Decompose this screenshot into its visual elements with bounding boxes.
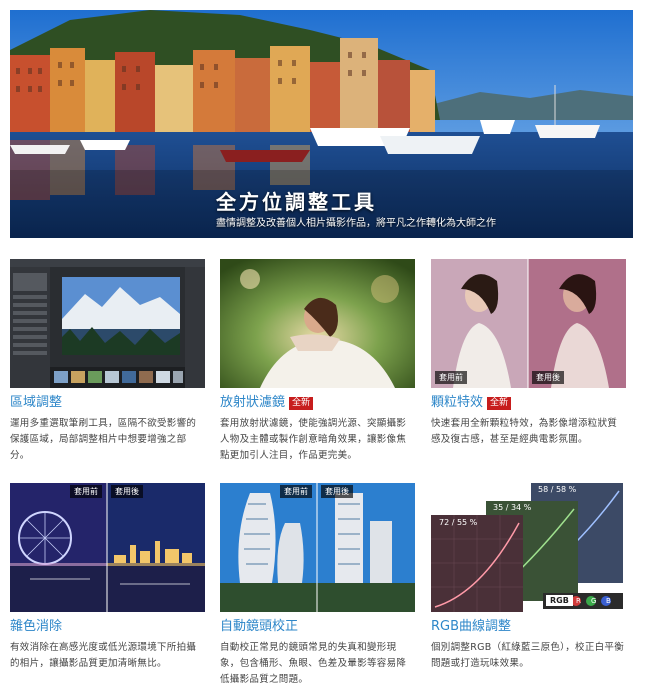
rgb-channel-button[interactable]: RGB: [546, 595, 573, 606]
feature-title-text: RGB曲線調整: [431, 619, 512, 634]
before-label: 套用前: [435, 371, 467, 384]
after-label: 套用後: [532, 371, 564, 384]
feature-title: RGB曲線調整: [431, 618, 626, 636]
noise-reduction-comparison: 套用前 套用後: [10, 483, 205, 612]
feature-title-text: 自動鏡頭校正: [220, 619, 299, 634]
feature-description: 套用放射狀濾鏡，使能強調光源、突顯攝影人物及主體或製作創意暗角效果，讓影像焦點更…: [220, 418, 407, 461]
before-label: 套用前: [70, 485, 102, 498]
feature-title: 區域調整: [10, 394, 205, 412]
after-label: 套用後: [321, 485, 353, 498]
new-badge: 全新: [487, 396, 512, 410]
feature-description: 運用多重選取筆刷工具，區隔不欲受影響的保護區域，局部調整相片中想要增強之部分。: [10, 418, 197, 461]
hero-subtitle: 盡情調整及改善個人相片攝影作品，將平凡之作轉化為大師之作: [216, 218, 496, 229]
feature-title-text: 區域調整: [10, 395, 63, 410]
feature-description: 自動校正常見的鏡頭常見的失真和變形現象，包含桶形、魚眼、色差及暈影等容易降低攝影…: [220, 642, 407, 685]
radial-filter-photo: [220, 259, 415, 388]
area-adjust-screenshot: [10, 259, 205, 388]
feature-title: 雜色消除: [10, 618, 205, 636]
feature-description: 個別調整RGB（紅綠藍三原色），校正白平衡問題或打造玩味效果。: [431, 642, 625, 669]
red-curve-readout: 72 / 55 %: [439, 518, 478, 527]
red-channel-button[interactable]: R: [572, 596, 585, 606]
feature-card-noise-reduction: 套用前 套用後 雜色消除 有效消除在高感光度或低光源環境下所拍攝的相片，讓攝影品…: [10, 483, 205, 672]
blue-curve-readout: 58 / 58 %: [538, 485, 577, 494]
grain-effect-comparison: 套用前 套用後: [431, 259, 626, 388]
feature-card-area-adjust: 區域調整 運用多重選取筆刷工具，區隔不欲受影響的保護區域，局部調整相片中想要增強…: [10, 259, 205, 464]
hero-banner: 全方位調整工具 盡情調整及改善個人相片攝影作品，將平凡之作轉化為大師之作: [10, 10, 633, 238]
feature-card-grain-effect: 套用前 套用後 顆粒特效 全新 快速套用全新顆粒特效，為影像增添粒狀質感及復古感…: [431, 259, 626, 448]
before-label: 套用前: [280, 485, 312, 498]
hero-title: 全方位調整工具: [216, 190, 377, 214]
feature-card-rgb-curves: 72 / 55 % 35 / 34 % 58 / 58 % RGB R G B …: [431, 483, 626, 672]
feature-description: 有效消除在高感光度或低光源環境下所拍攝的相片，讓攝影品質更加清晰無比。: [10, 642, 197, 669]
blue-channel-button[interactable]: B: [602, 596, 615, 606]
feature-title-text: 雜色消除: [10, 619, 63, 634]
rgb-curves-panel: 72 / 55 % 35 / 34 % 58 / 58 % RGB R G B: [431, 483, 626, 612]
new-badge: 全新: [289, 396, 314, 410]
feature-title: 放射狀濾鏡 全新: [220, 394, 415, 412]
green-curve-readout: 35 / 34 %: [493, 503, 532, 512]
feature-title: 顆粒特效 全新: [431, 394, 626, 412]
feature-description: 快速套用全新顆粒特效，為影像增添粒狀質感及復古感，甚至是經典電影氛圍。: [431, 418, 618, 445]
lens-correction-comparison: 套用前 套用後: [220, 483, 415, 612]
feature-title-text: 放射狀濾鏡: [220, 395, 286, 410]
after-label: 套用後: [111, 485, 143, 498]
feature-card-lens-correction: 套用前 套用後 自動鏡頭校正 自動校正常見的鏡頭常見的失真和變形現象，包含桶形、…: [220, 483, 415, 688]
feature-title: 自動鏡頭校正: [220, 618, 415, 636]
feature-title-text: 顆粒特效: [431, 395, 484, 410]
feature-card-radial-filter: 放射狀濾鏡 全新 套用放射狀濾鏡，使能強調光源、突顯攝影人物及主體或製作創意暗角…: [220, 259, 415, 464]
green-channel-button[interactable]: G: [587, 596, 600, 606]
